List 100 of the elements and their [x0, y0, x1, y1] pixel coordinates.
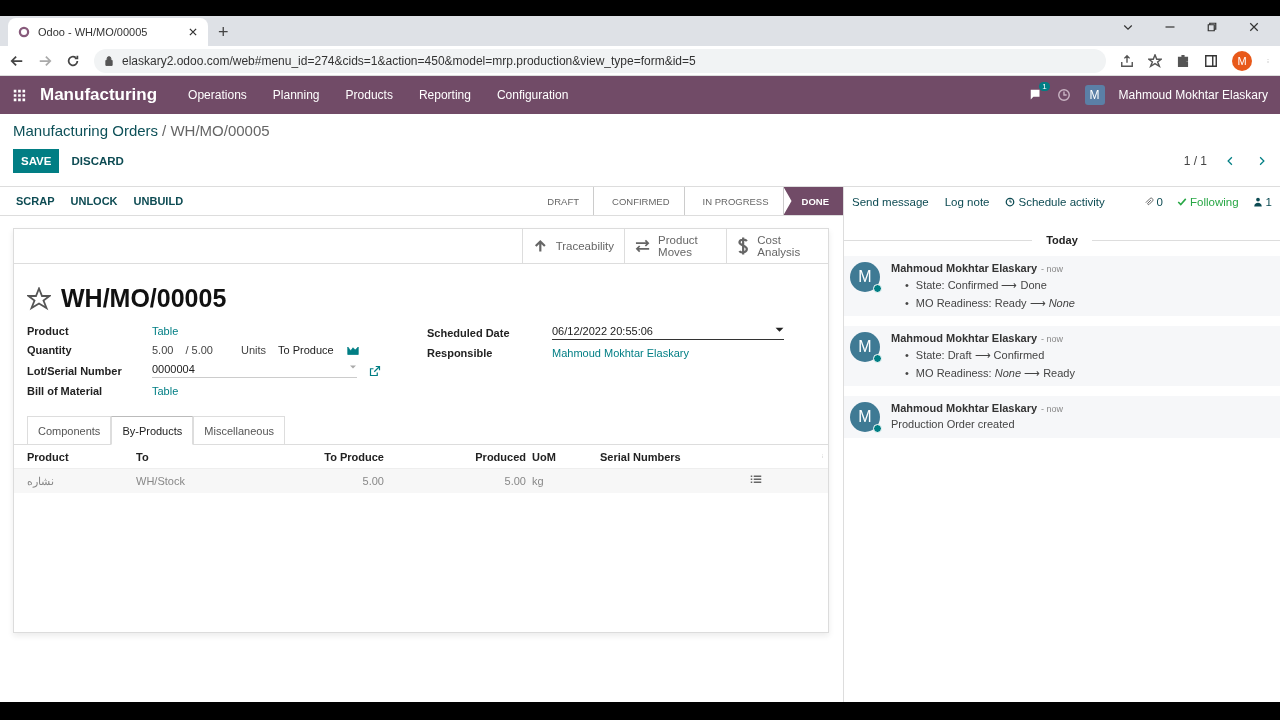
address-bar[interactable]: elaskary2.odoo.com/web#menu_id=274&cids=1&action=450&model=mrp.production&view_type=form&id=5 [94, 48, 1106, 73]
notebook-tab[interactable]: Components [27, 416, 112, 445]
back-icon [10, 53, 24, 68]
profile-avatar[interactable]: M [1232, 50, 1252, 71]
column-header[interactable]: Product [27, 450, 136, 463]
date-field[interactable]: 06/12/2022 20:55:06 [552, 325, 784, 340]
column-header[interactable]: To Produce [317, 450, 384, 463]
check-icon [1177, 196, 1187, 207]
message-time: - now [1041, 334, 1064, 344]
forward-icon [38, 53, 52, 68]
breadcrumb-current: / WH/MO/00005 [162, 122, 270, 139]
schedule-activity-link[interactable]: Schedule activity [1005, 195, 1105, 208]
reload-icon [66, 53, 80, 68]
smart-button[interactable]: Cost Analysis [726, 229, 828, 263]
field-label: Lot/Serial Number [27, 364, 123, 377]
next-icon [1257, 155, 1267, 167]
menu-item[interactable]: Operations [175, 88, 260, 102]
swap-arrows-icon [635, 237, 651, 255]
bullet: • [905, 296, 909, 310]
stage-step[interactable]: CONFIRMED [594, 187, 685, 215]
to-produce-label: To Produce [278, 344, 334, 356]
field-link[interactable]: Mahmoud Mokhtar Elaskary [552, 347, 807, 359]
send-message-link[interactable]: Send message [852, 195, 929, 208]
quantity-value[interactable]: 5.00 [152, 344, 174, 356]
user-avatar[interactable]: M [1084, 85, 1105, 105]
field-label: Responsible [427, 347, 494, 359]
clock-icon [1005, 196, 1016, 207]
save-button[interactable]: SAVE [13, 149, 60, 173]
sidebar-icon [1204, 53, 1218, 68]
message-author: Mahmoud Mokhtar Elaskary [891, 402, 1038, 414]
browser-tab[interactable]: Odoo - WH/MO/00005 [8, 18, 208, 46]
app-name[interactable]: Manufacturing [40, 85, 158, 105]
dropdown-caret-icon [349, 363, 357, 371]
close-icon [188, 27, 198, 37]
online-dot [873, 354, 882, 363]
quantity-total: / 5.00 [185, 344, 213, 356]
author-avatar: M [850, 402, 880, 432]
table-cell-text: نشاره [27, 474, 55, 488]
menu-item[interactable]: Configuration [483, 88, 582, 102]
dollar-icon [737, 236, 750, 256]
apps-grid-icon [12, 88, 26, 102]
new-tab-button[interactable]: + [218, 18, 229, 46]
author-avatar: M [850, 332, 880, 362]
person-icon [1252, 196, 1263, 207]
pager: 1 / 1 [1183, 154, 1207, 168]
tab-title: Odoo - WH/MO/00005 [38, 26, 149, 38]
odoo-logo-icon [18, 26, 30, 38]
bullet: • [905, 278, 909, 292]
notebook-tab[interactable]: Miscellaneous [193, 416, 285, 445]
unit-label: Units [240, 344, 266, 356]
stage-step[interactable]: IN PROGRESS [684, 187, 784, 215]
share-icon [1120, 53, 1134, 68]
external-link-icon [369, 364, 381, 377]
area-chart-icon [345, 344, 360, 356]
chat-icon [1028, 88, 1043, 102]
field-link[interactable]: Table [152, 325, 407, 337]
field-label: Scheduled Date [427, 326, 511, 339]
table-cell-text: WH/Stock [136, 475, 186, 487]
smart-button[interactable]: Product Moves [624, 229, 726, 263]
column-header[interactable]: Produced [384, 450, 526, 463]
paperclip-icon [1143, 196, 1154, 207]
discard-button[interactable]: DISCARD [63, 149, 132, 173]
field-link[interactable]: Table [152, 385, 407, 397]
menu-item[interactable]: Products [332, 88, 406, 102]
tracking-line: MO Readiness: None ⟶ Ready [915, 366, 1075, 380]
menu-item[interactable]: Reporting [405, 88, 484, 102]
tracking-line: MO Readiness: Ready ⟶ None [915, 296, 1075, 310]
table-cell-text: 5.00 [361, 475, 384, 487]
star-icon [1148, 53, 1162, 68]
message-count-badge: 1 [1039, 82, 1050, 91]
table-cell-text: kg [531, 475, 545, 487]
message-text: Production Order created [891, 418, 1016, 430]
column-header[interactable]: Serial Numbers [600, 450, 750, 463]
smart-button[interactable]: Traceability [522, 229, 624, 263]
message-time: - now [1041, 404, 1064, 414]
action-button[interactable]: UNLOCK [62, 189, 126, 213]
clock-icon [1056, 88, 1071, 102]
notebook-tab[interactable]: By-Products [111, 416, 194, 445]
message-author: Mahmoud Mokhtar Elaskary [891, 262, 1038, 274]
user-name[interactable]: Mahmoud Mokhtar Elaskary [1118, 88, 1268, 102]
attachments-button[interactable]: 0 [1143, 195, 1163, 208]
action-button[interactable]: UNBUILD [125, 189, 192, 213]
field-label: Product [27, 325, 70, 337]
lot-serial-field[interactable]: 0000004 [152, 363, 357, 378]
star-icon[interactable] [27, 286, 51, 311]
action-button[interactable]: SCRAP [8, 189, 63, 213]
date-separator: Today [1046, 234, 1078, 246]
online-dot [873, 284, 882, 293]
column-header[interactable]: UoM [526, 450, 600, 463]
stage-step[interactable]: DONE [783, 187, 843, 215]
extension-icon [1176, 53, 1190, 68]
breadcrumb-link[interactable]: Manufacturing Orders [13, 122, 159, 139]
restore-icon [1206, 21, 1218, 33]
stage-step[interactable]: DRAFT [529, 187, 594, 215]
followers-button[interactable]: 1 [1252, 195, 1272, 208]
column-header[interactable]: To [136, 450, 317, 463]
message-time: - now [1041, 264, 1064, 274]
bullet: • [905, 348, 909, 362]
menu-item[interactable]: Planning [259, 88, 333, 102]
log-note-link[interactable]: Log note [944, 195, 990, 208]
